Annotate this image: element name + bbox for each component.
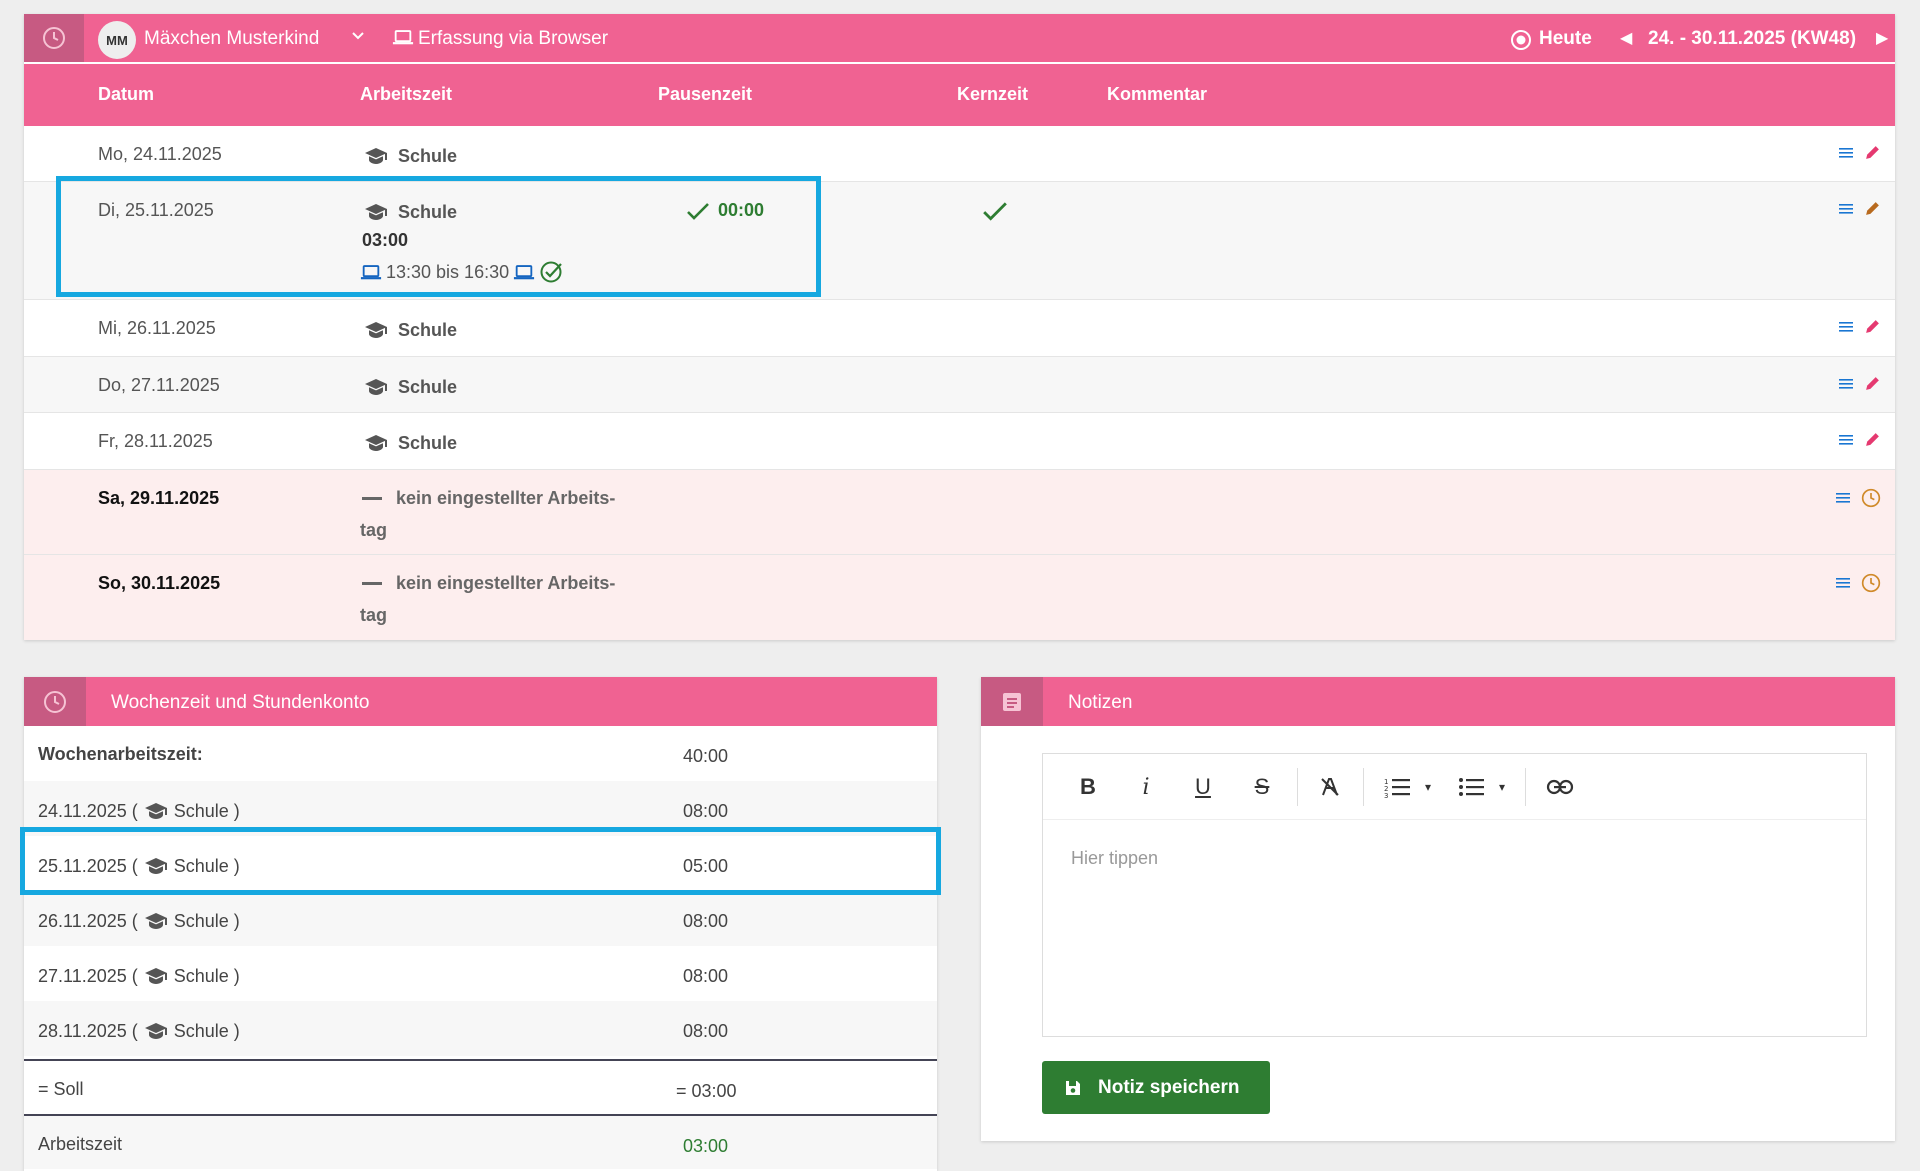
table-row[interactable]: Mo, 24.11.2025 Schule: [24, 126, 1895, 182]
notes-title: Notizen: [1068, 692, 1133, 713]
ordered-list-dropdown-icon[interactable]: ▾: [1411, 770, 1445, 804]
graduation-cap-icon: [142, 964, 170, 988]
floppy-icon: [1066, 1080, 1080, 1095]
table-row[interactable]: Do, 27.11.2025 Schule: [24, 357, 1895, 413]
pencil-icon[interactable]: [1864, 200, 1881, 217]
comment-lines-icon[interactable]: [1838, 376, 1854, 392]
save-note-button[interactable]: Notiz speichern: [1042, 1061, 1270, 1114]
graduation-cap-icon: [142, 1019, 170, 1043]
row-date: Do, 27.11.2025: [98, 375, 220, 395]
row-work: Schule: [362, 318, 457, 342]
account-header: Wochenzeit und Stundenkonto: [24, 677, 937, 726]
row-date: Mo, 24.11.2025: [98, 144, 222, 164]
ordered-list-icon[interactable]: 123: [1381, 770, 1415, 804]
strikethrough-button[interactable]: S: [1245, 770, 1279, 804]
pencil-icon[interactable]: [1864, 431, 1881, 448]
week-panel: MM Mäxchen Musterkind Erfassung via Brow…: [24, 14, 1895, 640]
dash-icon: [362, 497, 382, 500]
dash-icon: [362, 582, 382, 585]
list-item: 28.11.2025 (Schule ) 08:00: [24, 1001, 937, 1056]
today-button[interactable]: Heute: [1539, 28, 1592, 50]
clock-icon[interactable]: [1861, 488, 1881, 508]
list-item: 27.11.2025 (Schule ) 08:00: [38, 964, 729, 988]
week-range: 24. - 30.11.2025 (KW48): [1648, 28, 1857, 49]
graduation-cap-icon: [362, 431, 390, 455]
bullet-list-dropdown-icon[interactable]: ▾: [1485, 770, 1519, 804]
clock-icon: [24, 677, 86, 726]
list-item: 26.11.2025 (Schule ) 08:00: [24, 891, 937, 946]
row-date: So, 30.11.2025: [98, 573, 221, 593]
row-work: Schule: [362, 431, 457, 455]
table-row[interactable]: Sa, 29.11.2025 kein eingestellter Arbeit…: [24, 470, 1895, 555]
highlight-box: [20, 827, 941, 895]
chevron-down-icon[interactable]: [350, 28, 366, 49]
pencil-icon[interactable]: [1864, 375, 1881, 392]
row-work: Schule: [362, 375, 457, 399]
avatar[interactable]: MM: [98, 21, 136, 59]
graduation-cap-icon: [142, 799, 170, 823]
table-row[interactable]: Mi, 26.11.2025 Schule: [24, 300, 1895, 357]
laptop-icon: [392, 29, 414, 51]
svg-text:3: 3: [1384, 792, 1388, 798]
row-date: Fr, 28.11.2025: [98, 431, 213, 451]
row-work-cont: tag: [360, 520, 387, 540]
table-header: Datum Arbeitszeit Pausenzeit Kernzeit Ko…: [24, 64, 1895, 126]
graduation-cap-icon: [362, 318, 390, 342]
account-panel: Wochenzeit und Stundenkonto Wochenarbeit…: [24, 677, 937, 1171]
soll-row: = Soll = 03:00: [24, 1059, 937, 1114]
italic-button[interactable]: i: [1129, 770, 1163, 804]
notes-header: Notizen: [981, 677, 1895, 726]
target-icon[interactable]: [1510, 29, 1532, 56]
row-work: kein eingestellter Arbeits-: [362, 488, 615, 509]
row-work: kein eingestellter Arbeits-: [362, 573, 615, 594]
row-date: Sa, 29.11.2025: [98, 488, 220, 508]
top-bar: MM Mäxchen Musterkind Erfassung via Brow…: [24, 14, 1895, 62]
clock-icon[interactable]: [1861, 573, 1881, 593]
comment-lines-icon[interactable]: [1838, 432, 1854, 448]
table-row[interactable]: So, 30.11.2025 kein eingestellter Arbeit…: [24, 555, 1895, 640]
col-pausenzeit[interactable]: Pausenzeit: [658, 84, 752, 105]
editor-toolbar: B i U S 123 ▾ ▾: [1043, 754, 1866, 820]
row-date: Mi, 26.11.2025: [98, 318, 216, 338]
note-icon: [981, 677, 1043, 726]
bold-button[interactable]: B: [1071, 770, 1105, 804]
user-name[interactable]: Mäxchen Musterkind: [144, 28, 319, 50]
graduation-cap-icon: [142, 909, 170, 933]
clear-format-icon[interactable]: [1313, 770, 1347, 804]
highlight-box: [56, 176, 821, 297]
pencil-icon[interactable]: [1864, 318, 1881, 335]
comment-lines-icon[interactable]: [1838, 145, 1854, 161]
notes-placeholder[interactable]: Hier tippen: [1071, 848, 1158, 869]
arbeitszeit-row: Arbeitszeit 03:00: [24, 1114, 937, 1169]
comment-lines-icon[interactable]: [1835, 490, 1851, 506]
notes-editor[interactable]: B i U S 123 ▾ ▾ Hier tippen: [1042, 753, 1867, 1037]
graduation-cap-icon: [362, 144, 390, 168]
col-kernzeit[interactable]: Kernzeit: [957, 84, 1028, 105]
notes-panel: Notizen B i U S 123 ▾ ▾ Hier tippen Noti…: [981, 677, 1895, 1141]
col-arbeitszeit[interactable]: Arbeitszeit: [360, 84, 452, 105]
prev-week-icon[interactable]: ◀: [1620, 28, 1632, 48]
capture-mode: Erfassung via Browser: [418, 28, 609, 49]
underline-button[interactable]: U: [1186, 770, 1220, 804]
comment-lines-icon[interactable]: [1835, 575, 1851, 591]
table-row[interactable]: Fr, 28.11.2025 Schule: [24, 413, 1895, 470]
comment-lines-icon[interactable]: [1838, 201, 1854, 217]
row-work: Schule: [362, 144, 457, 168]
link-icon[interactable]: [1543, 770, 1577, 804]
col-kommentar[interactable]: Kommentar: [1107, 84, 1207, 105]
pencil-icon[interactable]: [1864, 144, 1881, 161]
bullet-list-icon[interactable]: [1455, 770, 1489, 804]
comment-lines-icon[interactable]: [1838, 319, 1854, 335]
clock-icon[interactable]: [24, 14, 84, 62]
account-title: Wochenzeit und Stundenkonto: [111, 692, 370, 713]
next-week-icon[interactable]: ▶: [1876, 28, 1888, 48]
graduation-cap-icon: [362, 375, 390, 399]
kernzeit-check-icon: [982, 200, 1008, 227]
list-item: Wochenarbeitszeit: 40:00: [38, 744, 729, 766]
row-work-cont: tag: [360, 605, 387, 625]
col-datum[interactable]: Datum: [98, 84, 154, 105]
